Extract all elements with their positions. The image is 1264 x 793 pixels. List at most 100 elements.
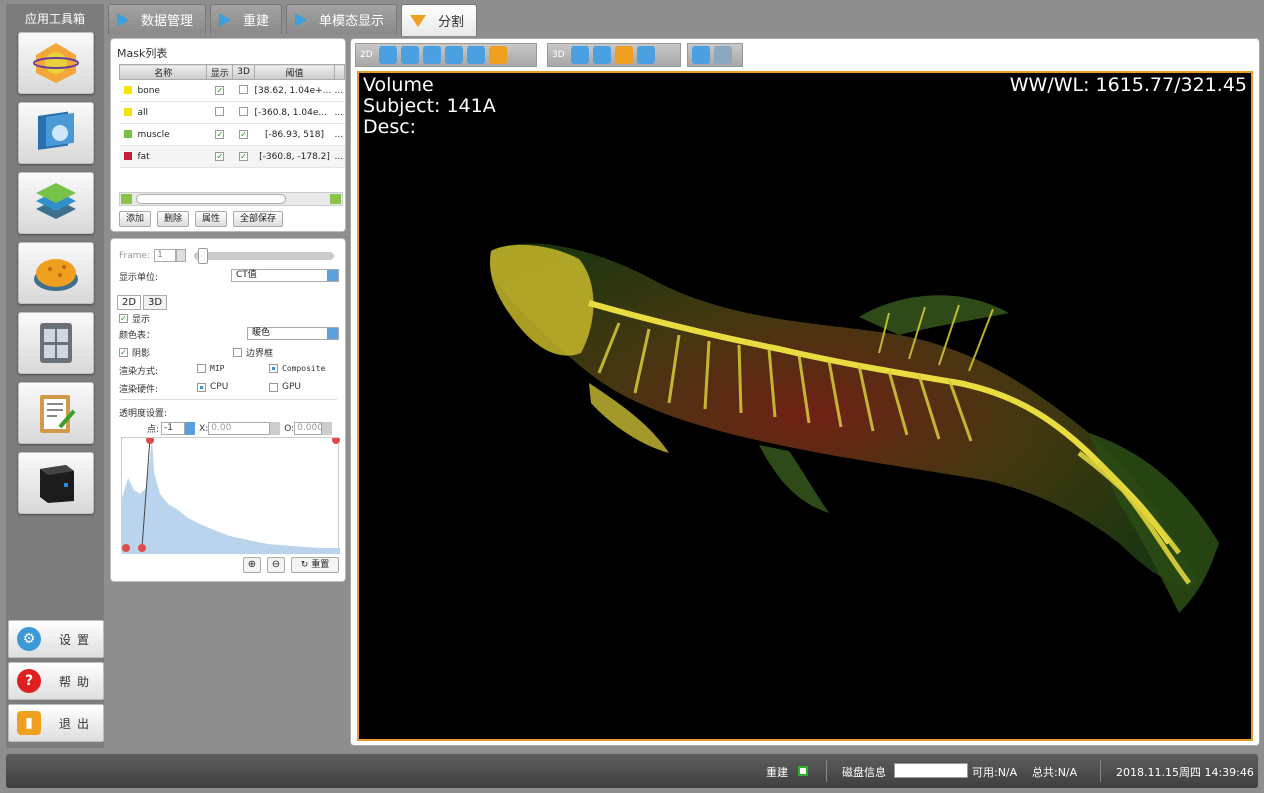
- pan-hand-icon[interactable]: [570, 46, 589, 64]
- column-header[interactable]: 显示: [206, 64, 234, 80]
- redo-icon[interactable]: [714, 46, 732, 64]
- show-checkbox[interactable]: ✓: [215, 129, 225, 139]
- brightness-icon[interactable]: [444, 46, 463, 64]
- mask-color-swatch[interactable]: [123, 152, 132, 160]
- save-all-button[interactable]: 全部保存: [233, 211, 284, 227]
- display-unit-value: CT值: [236, 270, 257, 280]
- window-level-icon[interactable]: [488, 46, 507, 64]
- volume-render-viewport[interactable]: Volume Subject: 141A Desc: WW/WL: 1615.7…: [357, 71, 1253, 741]
- 3d-checkbox[interactable]: ✓: [239, 151, 249, 161]
- show-label: 显示: [132, 315, 151, 325]
- report-tool-button[interactable]: [18, 382, 94, 444]
- report-clipboard-icon: [40, 395, 76, 433]
- frame-slider[interactable]: [194, 247, 335, 264]
- zoom-out-icon[interactable]: ⊖: [267, 557, 285, 573]
- column-header[interactable]: 3D: [232, 64, 256, 80]
- x-input[interactable]: 0.00: [208, 422, 271, 435]
- slice-view-tool-button[interactable]: [18, 102, 94, 164]
- composite-radio[interactable]: [269, 364, 278, 373]
- scroll-thumb[interactable]: [136, 194, 286, 204]
- subtab-2d[interactable]: 2D: [117, 295, 142, 310]
- multi-view-tool-button[interactable]: [18, 312, 94, 374]
- chevron-down-icon: [327, 328, 338, 339]
- four-panel-icon: [40, 323, 72, 363]
- mask-color-swatch[interactable]: [123, 130, 132, 138]
- scroll-left-arrow-icon[interactable]: [121, 194, 132, 204]
- x-spinner-icon[interactable]: [270, 422, 281, 435]
- exit-button[interactable]: ▮ 退出: [8, 704, 104, 742]
- cpu-radio[interactable]: [197, 382, 206, 392]
- zoom-fit-icon[interactable]: [592, 46, 611, 64]
- pan-hand-icon[interactable]: [378, 46, 397, 64]
- volume-render-tool-button[interactable]: [18, 32, 94, 94]
- rotate-3d-icon[interactable]: [614, 46, 633, 64]
- frame-spinner-icon[interactable]: [176, 249, 187, 262]
- hardware-label: 渲染硬件:: [119, 385, 159, 395]
- gpu-radio[interactable]: [269, 382, 278, 392]
- reset-button[interactable]: ↻ 重置: [291, 557, 339, 573]
- play-icon: [219, 12, 232, 27]
- table-row[interactable]: fat ✓ ✓ [-360.8, -178.2] ...: [119, 145, 345, 168]
- histogram-plot[interactable]: [122, 436, 340, 554]
- tab-data-management[interactable]: 数据管理: [108, 4, 207, 34]
- settings-label: 设置: [59, 632, 96, 647]
- shadow-label: 阴影: [132, 349, 151, 359]
- zoom-in-icon[interactable]: ⊕: [243, 557, 261, 573]
- subtab-3d[interactable]: 3D: [143, 295, 168, 310]
- delete-mask-button[interactable]: 删除: [157, 211, 190, 227]
- mip-radio[interactable]: [197, 364, 206, 373]
- o-spinner-icon[interactable]: [322, 422, 333, 435]
- help-button[interactable]: ? 帮助: [8, 662, 104, 700]
- rotate-icon[interactable]: [422, 46, 441, 64]
- o-input[interactable]: 0.000: [294, 422, 323, 435]
- column-header[interactable]: 阈值: [254, 64, 335, 80]
- point-spinner-icon[interactable]: [185, 422, 196, 435]
- segmentation-tool-button[interactable]: [18, 172, 94, 234]
- 3d-checkbox[interactable]: [239, 84, 249, 94]
- tab-single-modality[interactable]: 单模态显示: [286, 4, 398, 34]
- mask-name: muscle: [137, 129, 170, 140]
- add-mask-button[interactable]: 添加: [119, 211, 152, 227]
- mask-color-swatch[interactable]: [123, 86, 132, 94]
- table-row[interactable]: muscle ✓ ✓ [-86.93, 518] ...: [119, 123, 345, 146]
- contrast-icon[interactable]: [466, 46, 485, 64]
- mask-list-panel: Mask列表 名称 显示 3D 阈值 bone ✓ [38.62, 1.04e+…: [110, 38, 346, 232]
- show-checkbox[interactable]: ✓: [215, 151, 225, 161]
- column-header[interactable]: 名称: [118, 64, 208, 80]
- undo-icon[interactable]: [692, 46, 710, 64]
- status-separator: [1100, 760, 1101, 782]
- 3d-checkbox[interactable]: [239, 106, 249, 116]
- zoom-fit-icon[interactable]: [400, 46, 419, 64]
- colortable-select[interactable]: 暖色: [247, 327, 339, 340]
- control-point-marker[interactable]: [146, 436, 154, 444]
- gpu-label: GPU: [282, 382, 301, 392]
- control-point-marker[interactable]: [138, 544, 146, 552]
- show-checkbox[interactable]: ✓: [119, 314, 128, 323]
- server-tool-button[interactable]: [18, 452, 94, 514]
- tab-segmentation[interactable]: 分割: [401, 4, 478, 36]
- scroll-right-arrow-icon[interactable]: [330, 194, 341, 204]
- bbox-label: 边界框: [246, 349, 274, 359]
- frame-input[interactable]: 1: [154, 249, 177, 262]
- table-row[interactable]: all [-360.8, 1.04e... ...: [119, 101, 345, 124]
- mask-properties-button[interactable]: 属性: [195, 211, 228, 227]
- tab-reconstruction[interactable]: 重建: [210, 4, 283, 34]
- mask-horizontal-scrollbar[interactable]: [119, 192, 343, 206]
- 3d-checkbox[interactable]: ✓: [239, 129, 249, 139]
- bbox-checkbox[interactable]: [233, 348, 242, 357]
- settings-button[interactable]: ⚙ 设置: [8, 620, 104, 658]
- control-point-marker[interactable]: [332, 436, 340, 444]
- show-checkbox[interactable]: [215, 106, 225, 116]
- control-point-marker[interactable]: [122, 544, 130, 552]
- exit-label: 退出: [59, 716, 96, 731]
- brightness-icon[interactable]: [636, 46, 655, 64]
- display-unit-select[interactable]: CT值: [231, 269, 339, 282]
- mask-color-swatch[interactable]: [123, 108, 132, 116]
- shadow-checkbox[interactable]: ✓: [119, 348, 128, 357]
- table-row[interactable]: bone ✓ [38.62, 1.04e+... ...: [119, 79, 345, 102]
- bone-analysis-tool-button[interactable]: [18, 242, 94, 304]
- show-checkbox[interactable]: ✓: [215, 85, 225, 95]
- frame-slider-thumb[interactable]: [198, 247, 209, 264]
- opacity-transfer-histogram[interactable]: [121, 436, 340, 554]
- point-input[interactable]: -1: [161, 422, 186, 435]
